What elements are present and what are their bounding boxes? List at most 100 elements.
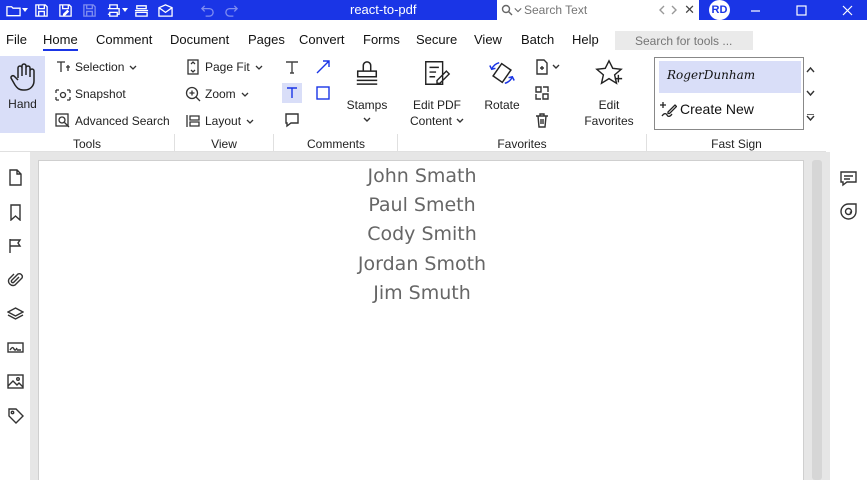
stamp-icon — [356, 61, 378, 85]
snapshot-button[interactable]: Snapshot — [55, 86, 126, 102]
menu-help[interactable]: Help — [572, 32, 599, 47]
attachments-panel-button[interactable] — [5, 269, 25, 289]
menu-home[interactable]: Home — [43, 32, 78, 51]
menu-view[interactable]: View — [474, 32, 502, 47]
arrow-icon — [316, 60, 330, 74]
comments-panel-button[interactable] — [838, 168, 858, 188]
previous-result-icon[interactable] — [658, 5, 666, 15]
page-fit-label: Page Fit — [205, 60, 250, 74]
signature-item[interactable]: RogerDunham — [659, 61, 801, 93]
menu-comment[interactable]: Comment — [96, 32, 152, 47]
scan-icon[interactable] — [132, 1, 150, 19]
pages-panel-button[interactable] — [5, 167, 25, 187]
expand-more-icon[interactable] — [806, 114, 815, 122]
camera-icon — [55, 89, 71, 101]
delete-page-button[interactable] — [532, 110, 552, 130]
signatures-panel-button[interactable] — [5, 337, 25, 357]
note-icon — [285, 113, 299, 128]
menu-document[interactable]: Document — [170, 32, 229, 47]
user-avatar[interactable]: RD — [709, 0, 730, 20]
chevron-up-icon[interactable] — [806, 66, 815, 73]
save-all-icon[interactable] — [80, 1, 98, 19]
edit-favorites-label-line2: Favorites — [584, 114, 634, 128]
save-icon[interactable] — [32, 1, 50, 19]
chevron-down-icon[interactable] — [22, 5, 28, 15]
advanced-search-button[interactable]: Advanced Search — [55, 113, 170, 129]
extract-page-button[interactable] — [532, 83, 552, 103]
chevron-down-icon — [363, 117, 371, 122]
vertical-scrollbar[interactable] — [812, 160, 822, 480]
ribbon-toolbar: Hand Selection Snapshot Advanced Search … — [0, 54, 826, 152]
edit-favorites-button[interactable]: Edit Favorites — [580, 57, 638, 129]
page-fit-icon — [187, 59, 199, 75]
image-icon — [6, 373, 24, 389]
hand-label: Hand — [8, 97, 37, 111]
redo-icon[interactable] — [222, 1, 240, 19]
page-fit-button[interactable]: Page Fit — [185, 59, 263, 75]
rotate-button[interactable]: Rotate — [478, 57, 526, 113]
chevron-down-icon[interactable] — [514, 7, 522, 13]
undo-icon[interactable] — [198, 1, 216, 19]
zoom-button[interactable]: Zoom — [185, 86, 249, 102]
menu-convert[interactable]: Convert — [299, 32, 345, 47]
rectangle-button[interactable] — [313, 83, 333, 103]
favorites-group-label: Favorites — [497, 137, 547, 151]
minimize-button[interactable] — [740, 0, 770, 20]
menu-forms[interactable]: Forms — [363, 32, 400, 47]
ai-assistant-button[interactable] — [838, 201, 858, 221]
star-icon — [595, 59, 623, 85]
arrow-button[interactable] — [313, 57, 333, 77]
extract-page-icon — [535, 86, 549, 100]
note-button[interactable] — [282, 110, 302, 130]
save-as-icon[interactable] — [56, 1, 74, 19]
create-new-label: Create New — [680, 101, 754, 117]
bookmarks-panel-button[interactable] — [5, 202, 25, 222]
menu-file[interactable]: File — [6, 32, 27, 47]
search-tools-input[interactable] — [615, 31, 753, 50]
menu-batch[interactable]: Batch — [521, 32, 554, 47]
search-text-box[interactable]: ✕ — [497, 0, 699, 20]
zoom-label: Zoom — [205, 87, 236, 101]
typewriter-button[interactable] — [282, 57, 302, 77]
maximize-button[interactable] — [786, 0, 816, 20]
open-folder-icon[interactable] — [4, 1, 22, 19]
close-window-button[interactable] — [832, 0, 862, 20]
chevron-down-icon[interactable] — [806, 90, 815, 97]
paperclip-icon — [7, 272, 23, 286]
tags-panel-button[interactable] — [5, 405, 25, 425]
rotate-icon — [489, 61, 515, 85]
layout-button[interactable]: Layout — [185, 113, 254, 129]
zoom-icon — [185, 86, 201, 102]
next-result-icon[interactable] — [670, 5, 678, 15]
signature-icon — [6, 341, 24, 353]
menu-pages[interactable]: Pages — [248, 32, 285, 47]
layout-icon — [186, 115, 200, 127]
menu-secure[interactable]: Secure — [416, 32, 457, 47]
window-title: react-to-pdf — [350, 2, 417, 17]
document-text-line: Cody Smith — [367, 223, 477, 245]
create-new-signature-button[interactable]: Create New — [659, 100, 754, 118]
pdf-page[interactable]: John Smath Paul Smeth Cody Smith Jordan … — [38, 160, 804, 480]
chevron-down-icon[interactable] — [122, 5, 128, 15]
edit-pdf-content-button[interactable]: Edit PDF Content — [405, 57, 469, 129]
email-icon[interactable] — [156, 1, 174, 19]
destinations-panel-button[interactable] — [5, 235, 25, 255]
document-viewport[interactable]: John Smath Paul Smeth Cody Smith Jordan … — [30, 152, 830, 480]
quick-access-toolbar — [0, 0, 246, 20]
layers-panel-button[interactable] — [5, 303, 25, 323]
hand-tool-button[interactable]: Hand — [0, 56, 45, 133]
chevron-down-icon — [552, 64, 560, 69]
selection-button[interactable]: Selection — [55, 59, 137, 75]
insert-page-dropdown[interactable] — [550, 57, 562, 77]
search-text-input[interactable] — [524, 3, 654, 17]
title-bar: react-to-pdf ✕ RD — [0, 0, 867, 20]
clear-search-icon[interactable]: ✕ — [684, 2, 695, 18]
flag-icon — [8, 238, 21, 253]
images-panel-button[interactable] — [5, 371, 25, 391]
advanced-search-icon — [55, 113, 70, 128]
chevron-down-icon — [456, 118, 464, 123]
insert-page-button[interactable] — [532, 57, 552, 77]
text-box-button[interactable] — [282, 83, 302, 103]
print-icon[interactable] — [104, 1, 122, 19]
stamps-button[interactable]: Stamps — [342, 57, 392, 123]
